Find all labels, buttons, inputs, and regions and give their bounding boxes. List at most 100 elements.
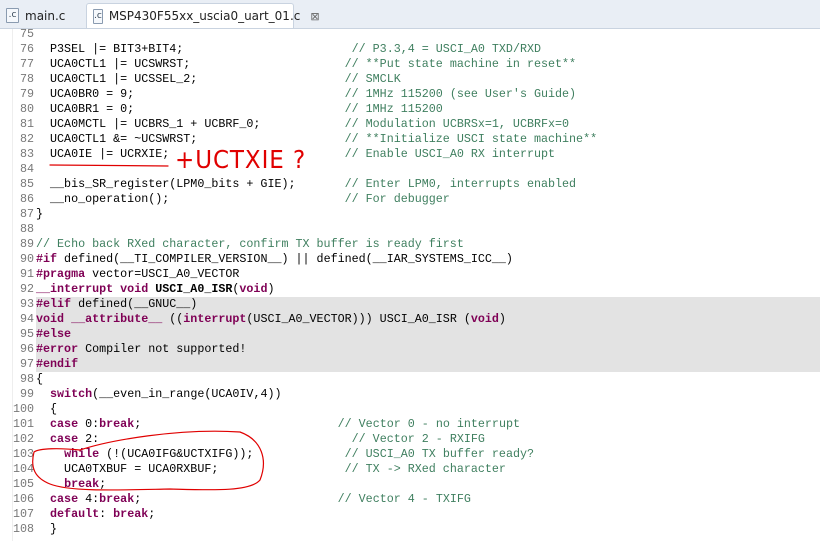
code-line[interactable]: 81 UCA0MCTL |= UCBRS_1 + UCBRF_0; // Mod… xyxy=(0,117,820,132)
line-number: 75 xyxy=(19,27,34,41)
code-line[interactable]: 82 UCA0CTL1 &= ~UCSWRST; // **Initialize… xyxy=(0,132,820,147)
line-number: 100 xyxy=(12,402,34,416)
line-number: 78 xyxy=(19,72,34,86)
code-line[interactable]: 104 UCA0TXBUF = UCA0RXBUF; // TX -> RXed… xyxy=(0,462,820,477)
code-text: UCA0MCTL |= UCBRS_1 + UCBRF_0; // Modula… xyxy=(36,117,820,132)
code-keyword: break xyxy=(64,477,100,491)
code-line[interactable]: 95 #else xyxy=(0,327,820,342)
code-text: } xyxy=(36,207,820,222)
code-keyword: case xyxy=(50,432,79,446)
code-line[interactable]: 80 UCA0BR1 = 0; // 1MHz 115200 xyxy=(0,102,820,117)
code-comment: // Vector 2 - RXIFG xyxy=(351,432,485,446)
line-number: 76 xyxy=(19,42,34,56)
line-number: 104 xyxy=(12,462,34,476)
code-text: break; xyxy=(36,477,820,492)
code-line[interactable]: 98{ xyxy=(0,372,820,387)
code-line[interactable]: 76 P3SEL |= BIT3+BIT4; // P3.3,4 = USCI_… xyxy=(0,42,820,57)
code-keyword: while xyxy=(64,447,100,461)
tab-main-c[interactable]: .c main.c xyxy=(0,3,84,28)
code-text: P3SEL |= BIT3+BIT4; // P3.3,4 = USCI_A0 … xyxy=(36,42,820,57)
code-comment: // Vector 0 - no interrupt xyxy=(337,417,520,431)
code-text: UCA0BR1 = 0; // 1MHz 115200 xyxy=(36,102,820,117)
code-line[interactable]: 88 xyxy=(0,222,820,237)
code-text: } xyxy=(36,522,820,537)
code-comment: // Vector 4 - TXIFG xyxy=(337,492,471,506)
annotation-text: +UCTXIE ? xyxy=(175,145,307,174)
code-line[interactable]: 103 while (!(UCA0IFG&UCTXIFG)); // USCI_… xyxy=(0,447,820,462)
code-comment: // **Initialize USCI state machine** xyxy=(344,132,598,146)
code-line[interactable]: 75 xyxy=(0,27,820,42)
tab-msp430-uart[interactable]: .c MSP430F55xx_uscia0_uart_01.c ⊠ xyxy=(86,3,320,28)
code-keyword: __interrupt void xyxy=(36,282,149,296)
code-text: #if defined(__TI_COMPILER_VERSION__) || … xyxy=(36,252,820,267)
code-line[interactable]: 102 case 2: // Vector 2 - RXIFG xyxy=(0,432,820,447)
code-text: while (!(UCA0IFG&UCTXIFG)); // USCI_A0 T… xyxy=(36,447,820,462)
code-text: { xyxy=(36,402,820,417)
code-line[interactable]: 79 UCA0BR0 = 9; // 1MHz 115200 (see User… xyxy=(0,87,820,102)
code-text: void __attribute__ ((interrupt(USCI_A0_V… xyxy=(36,312,820,327)
code-line[interactable]: 93 #elif defined(__GNUC__) xyxy=(0,297,820,312)
code-text: case 4:break; // Vector 4 - TXIFG xyxy=(36,492,820,507)
code-text: #else xyxy=(36,327,820,342)
code-comment: // USCI_A0 TX buffer ready? xyxy=(344,447,534,461)
code-token: UCA0TXBUF = UCA0RXBUF; xyxy=(36,462,345,476)
code-token: (USCI_A0_VECTOR))) USCI_A0_ISR ( xyxy=(246,312,471,326)
code-text: default: break; xyxy=(36,507,820,522)
line-number: 85 xyxy=(19,177,34,191)
code-editor[interactable]: 75 76 P3SEL |= BIT3+BIT4; // P3.3,4 = USC… xyxy=(0,27,820,541)
code-token: __no_operation(); xyxy=(36,192,345,206)
code-text: case 2: // Vector 2 - RXIFG xyxy=(36,432,820,447)
code-token: defined(__GNUC__) xyxy=(71,297,198,311)
code-line[interactable]: 106 case 4:break; // Vector 4 - TXIFG xyxy=(0,492,820,507)
code-text: #error Compiler not supported! xyxy=(36,342,820,357)
code-line[interactable]: 92 __interrupt void USCI_A0_ISR(void) xyxy=(0,282,820,297)
code-comment: // TX -> RXed character xyxy=(344,462,506,476)
code-token: } xyxy=(36,207,44,221)
code-keyword: #if xyxy=(36,252,58,266)
code-line[interactable]: 78 UCA0CTL1 |= UCSSEL_2; // SMCLK xyxy=(0,72,820,87)
code-line[interactable]: 99 switch(__even_in_range(UCA0IV,4)) xyxy=(0,387,820,402)
code-line[interactable]: 86 __no_operation(); // For debugger xyxy=(0,192,820,207)
code-keyword: default xyxy=(50,507,100,521)
code-comment: // Echo back RXed character, confirm TX … xyxy=(36,237,464,251)
code-line[interactable]: 90 #if defined(__TI_COMPILER_VERSION__) |… xyxy=(0,252,820,267)
close-icon[interactable]: ⊠ xyxy=(310,10,319,23)
line-number: 92 xyxy=(19,282,34,296)
code-keyword: #error xyxy=(36,342,79,356)
code-line[interactable]: 97 #endif xyxy=(0,357,820,372)
code-comment: // 1MHz 115200 (see User's Guide) xyxy=(344,87,577,101)
code-token: __bis_SR_register(LPM0_bits + GIE); xyxy=(36,177,345,191)
code-line[interactable]: 83 UCA0IE |= UCRXIE; // Enable USCI_A0 R… xyxy=(0,147,820,162)
code-line[interactable]: 85 __bis_SR_register(LPM0_bits + GIE); /… xyxy=(0,177,820,192)
code-line[interactable]: 87} xyxy=(0,207,820,222)
code-line[interactable]: 100 { xyxy=(0,402,820,417)
code-line[interactable]: 101 case 0:break; // Vector 0 - no inter… xyxy=(0,417,820,432)
code-line[interactable]: 108 } xyxy=(0,522,820,537)
code-line[interactable]: 77 UCA0CTL1 |= UCSWRST; // **Put state m… xyxy=(0,57,820,72)
code-keyword: #elif xyxy=(36,297,72,311)
code-line[interactable]: 94 void __attribute__ ((interrupt(USCI_A0… xyxy=(0,312,820,327)
code-keyword: case xyxy=(50,492,79,506)
code-comment: // For debugger xyxy=(344,192,450,206)
code-keyword: void __attribute__ xyxy=(36,312,163,326)
line-number: 77 xyxy=(19,57,34,71)
code-token: UCA0MCTL |= UCBRS_1 + UCBRF_0; xyxy=(36,117,345,131)
code-token: ; xyxy=(148,507,156,521)
code-token: UCA0CTL1 |= UCSWRST; xyxy=(36,57,345,71)
code-keyword: #endif xyxy=(36,357,79,371)
line-number: 79 xyxy=(19,87,34,101)
code-line[interactable]: 105 break; xyxy=(0,477,820,492)
code-line[interactable]: 96 #error Compiler not supported! xyxy=(0,342,820,357)
code-line[interactable]: 91 #pragma vector=USCI_A0_VECTOR xyxy=(0,267,820,282)
code-line[interactable]: 107 default: break; xyxy=(0,507,820,522)
code-token: } xyxy=(36,522,58,536)
code-text: UCA0CTL1 |= UCSSEL_2; // SMCLK xyxy=(36,72,820,87)
code-line[interactable]: 89// Echo back RXed character, confirm T… xyxy=(0,237,820,252)
code-keyword: #pragma xyxy=(36,267,86,281)
code-token: 4: xyxy=(78,492,100,506)
code-line[interactable]: 84 xyxy=(0,162,820,177)
